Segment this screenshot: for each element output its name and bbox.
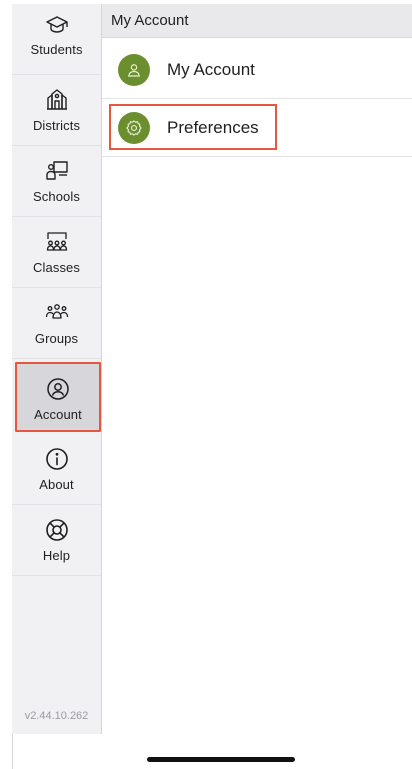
sidebar-item-label: Groups <box>34 331 79 346</box>
app-version: v2.44.10.262 <box>24 710 89 722</box>
sidebar-item-label: Help <box>42 548 71 563</box>
row-label: My Account <box>167 59 255 79</box>
group-people-icon <box>44 300 70 326</box>
sidebar-item-label: Districts <box>32 118 81 133</box>
sidebar-item-schools[interactable]: Schools <box>12 146 101 217</box>
sidebar-item-help[interactable]: Help <box>12 505 101 576</box>
row-label: Preferences <box>167 117 259 137</box>
sidebar-item-districts[interactable]: Districts <box>12 75 101 146</box>
sidebar-item-classes[interactable]: Classes <box>12 217 101 288</box>
preferences-row[interactable]: Preferences <box>102 99 412 157</box>
sidebar-item-label: Classes <box>33 260 80 275</box>
sidebar-item-about[interactable]: About <box>12 434 101 505</box>
sidebar-item-groups[interactable]: Groups <box>12 288 101 359</box>
sidebar-item-label: About <box>39 477 74 492</box>
person-icon <box>118 53 150 86</box>
sidebar-item-label: Students <box>30 42 83 57</box>
graduation-cap-icon <box>44 12 70 38</box>
lifebuoy-icon <box>44 517 70 543</box>
sidebar-divider <box>12 734 13 769</box>
my-account-row[interactable]: My Account <box>102 41 412 99</box>
account-circle-icon <box>45 376 71 402</box>
sidebar-nav: Students Districts Schools Classes Group… <box>12 4 102 734</box>
app-screen: Students Districts Schools Classes Group… <box>0 0 412 769</box>
sidebar-item-students[interactable]: Students <box>12 4 101 75</box>
sidebar-item-label: Account <box>34 407 82 422</box>
sidebar-item-account[interactable]: Account <box>15 362 101 432</box>
district-building-icon <box>44 87 70 113</box>
home-indicator[interactable] <box>147 757 295 762</box>
sidebar-item-label: Schools <box>33 189 80 204</box>
info-circle-icon <box>44 446 70 472</box>
school-presentation-icon <box>44 158 70 184</box>
gear-icon <box>118 111 150 144</box>
page-title: My Account <box>102 4 412 38</box>
classroom-icon <box>44 229 70 255</box>
